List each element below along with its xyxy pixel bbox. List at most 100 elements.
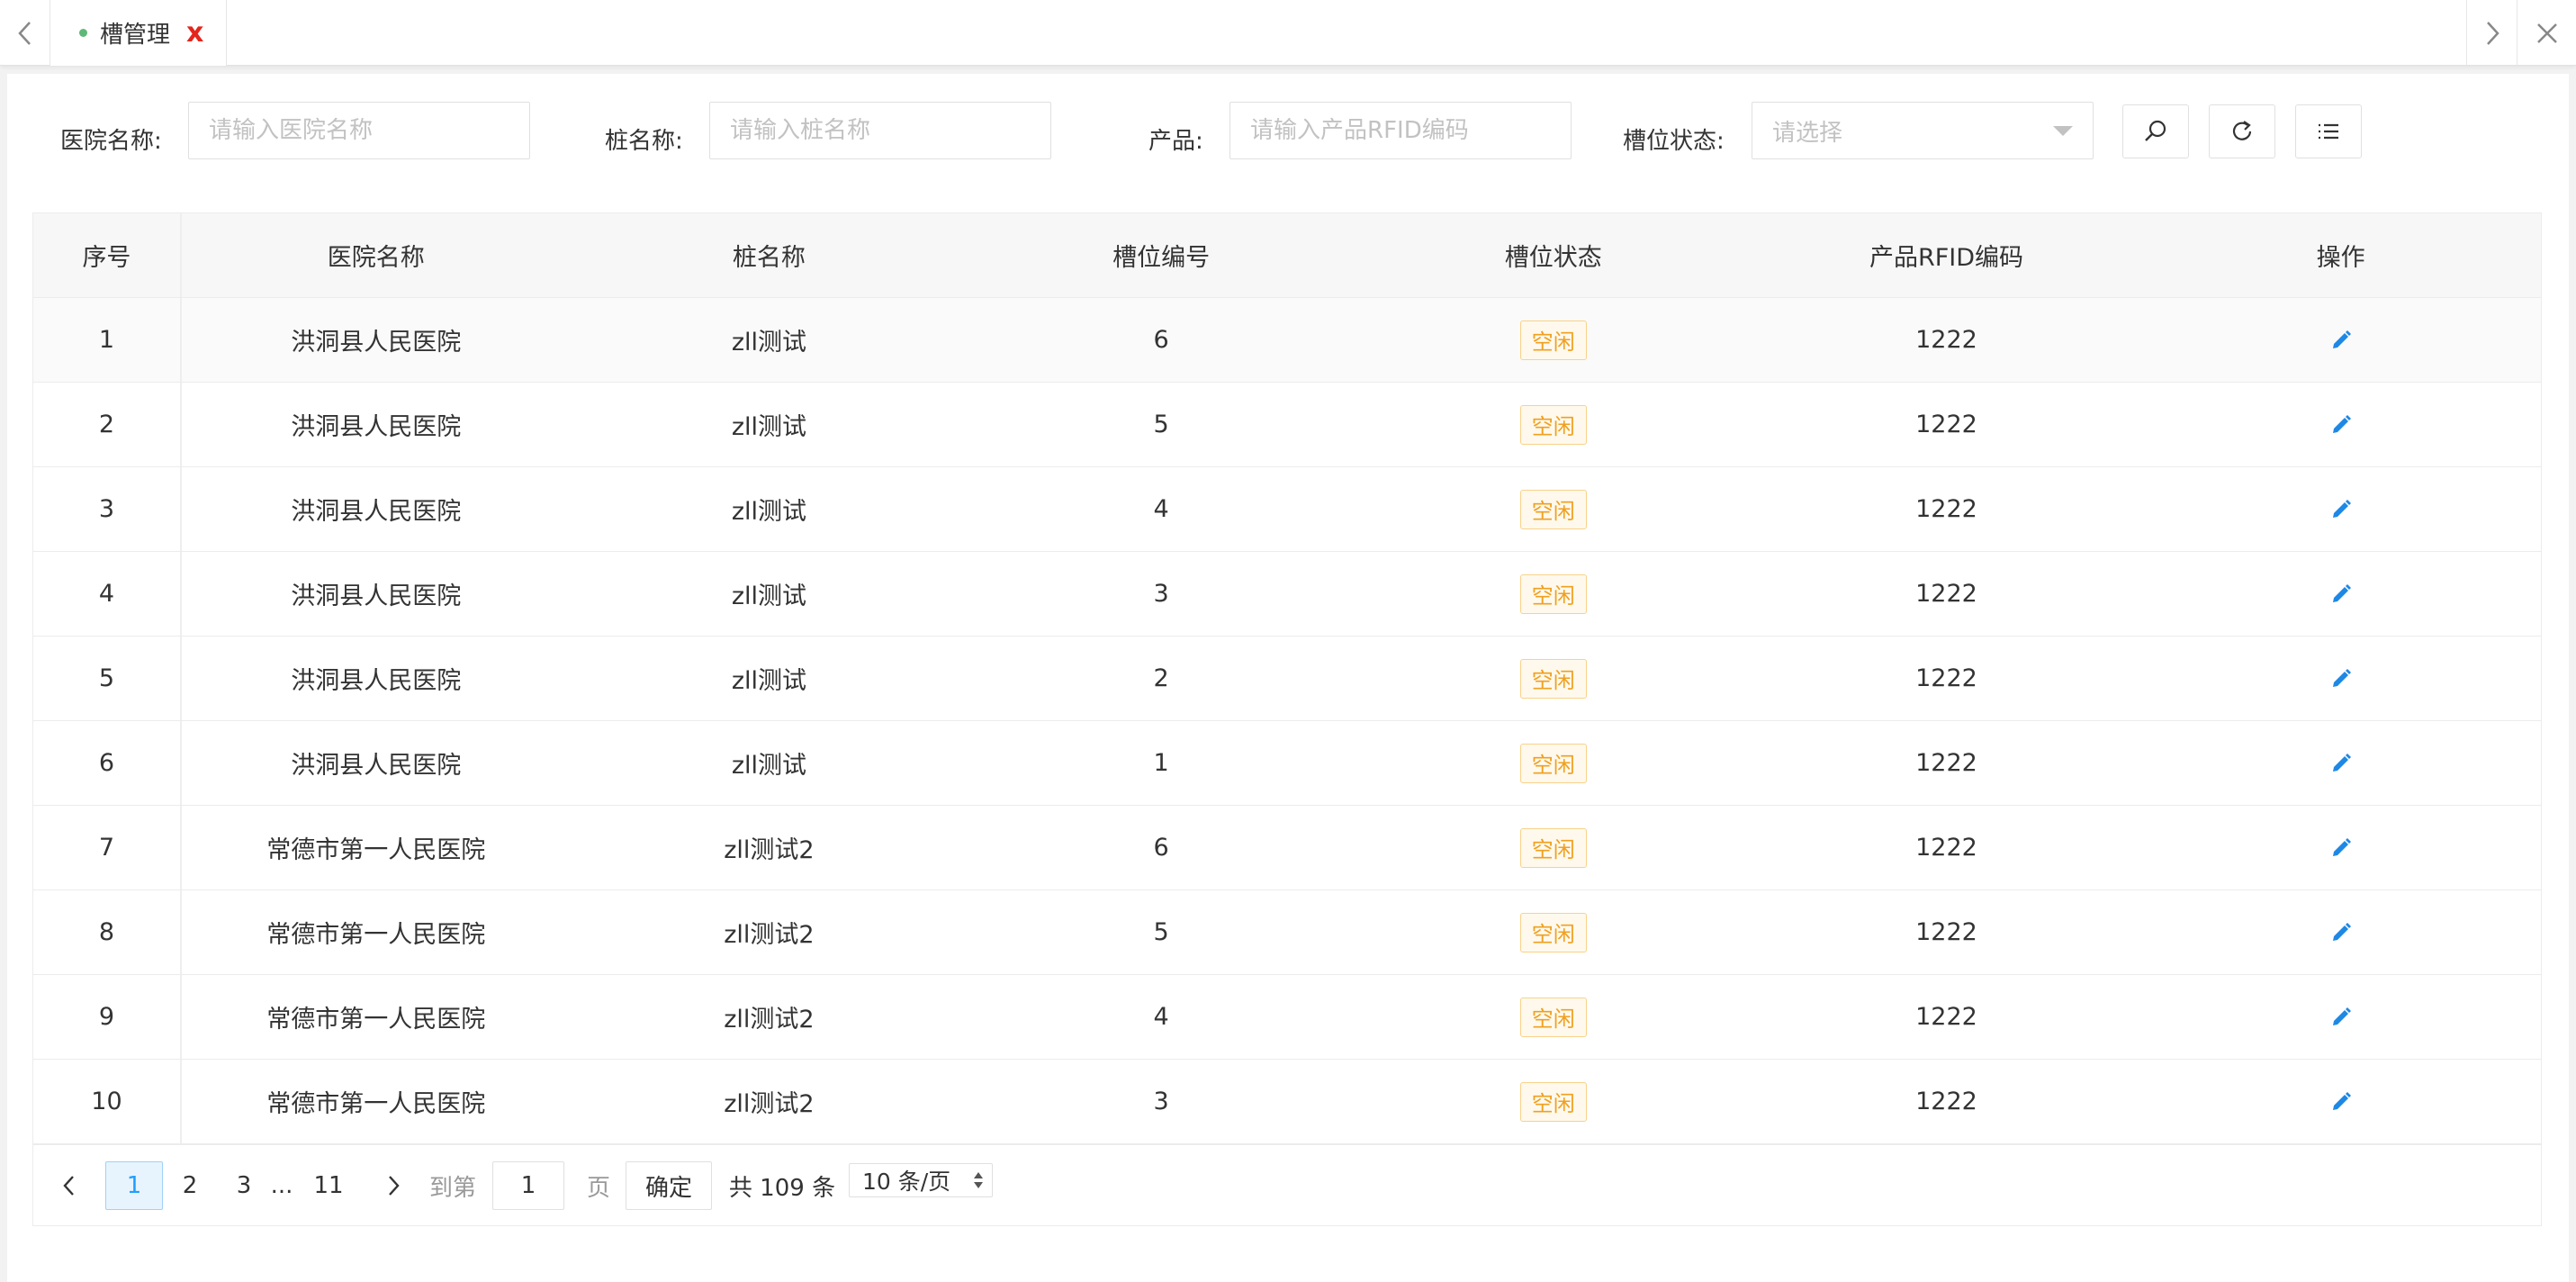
edit-icon[interactable] <box>2328 327 2355 354</box>
row-rfid: 1222 <box>1915 580 1977 608</box>
goto-page-input[interactable]: 1 <box>492 1161 564 1210</box>
row-hospital: 常德市第一人民医院 <box>266 1090 486 1118</box>
row-slot-number: 6 <box>1153 326 1169 354</box>
col-header-index: 序号 <box>33 213 182 297</box>
row-rfid: 1222 <box>1915 749 1977 777</box>
table-row: 10 常德市第一人民医院 zll测试2 3 空闲 1222 <box>33 1060 2541 1144</box>
total-count: 共 109 条 <box>728 1174 836 1202</box>
row-slot-status: 空闲 <box>1355 383 1752 466</box>
row-slot-status: 空闲 <box>1355 890 1752 974</box>
page-size-value: 10 条/页 <box>862 1169 951 1195</box>
edit-icon[interactable] <box>2328 581 2355 608</box>
row-index: 2 <box>33 383 182 466</box>
reset-button[interactable] <box>2209 104 2275 158</box>
slot-table: 序号 医院名称 桩名称 槽位编号 槽位状态 产品RFID编码 操作 1 洪洞县人民… <box>32 212 2542 1226</box>
page-1-button[interactable]: 1 <box>105 1161 163 1210</box>
row-action <box>2140 806 2541 889</box>
page-11-button[interactable]: 11 <box>303 1161 354 1210</box>
row-rfid: 1222 <box>1915 326 1977 354</box>
row-hospital: 常德市第一人民医院 <box>266 1006 486 1034</box>
row-action <box>2140 1060 2541 1143</box>
edit-icon[interactable] <box>2328 919 2355 946</box>
row-pile: zll测试 <box>731 582 807 610</box>
row-slot-number: 6 <box>1153 834 1169 862</box>
page-size-select[interactable]: 10 条/页 <box>849 1163 993 1197</box>
close-all-tabs-button[interactable] <box>2517 0 2576 66</box>
row-slot-number: 1 <box>1153 749 1169 777</box>
edit-icon[interactable] <box>2328 1088 2355 1115</box>
status-badge: 空闲 <box>1519 658 1587 699</box>
active-dot <box>79 29 87 37</box>
row-slot-number: 4 <box>1153 495 1169 523</box>
pile-name-input[interactable] <box>709 102 1051 159</box>
row-rfid: 1222 <box>1915 664 1977 692</box>
table-row: 8 常德市第一人民医院 zll测试2 5 空闲 1222 <box>33 890 2541 975</box>
hospital-name-input[interactable] <box>188 102 530 159</box>
columns-button[interactable] <box>2295 104 2362 158</box>
row-rfid: 1222 <box>1915 834 1977 862</box>
page-2-button[interactable]: 2 <box>170 1161 210 1210</box>
col-header-hospital: 医院名称 <box>327 244 425 272</box>
edit-icon[interactable] <box>2328 665 2355 692</box>
slot-status-select[interactable]: 请选择 <box>1752 102 2094 159</box>
col-header-slot-status: 槽位状态 <box>1504 244 1602 272</box>
refresh-icon <box>2232 121 2252 140</box>
row-slot-status: 空闲 <box>1355 1060 1752 1143</box>
status-badge: 空闲 <box>1519 743 1587 783</box>
tab-slot-management[interactable]: 槽管理 x <box>50 0 227 66</box>
row-slot-status: 空闲 <box>1355 298 1752 382</box>
row-hospital: 常德市第一人民医院 <box>266 836 486 864</box>
goto-confirm-button[interactable]: 确定 <box>626 1161 712 1210</box>
table-row: 4 洪洞县人民医院 zll测试 3 空闲 1222 <box>33 552 2541 636</box>
row-action <box>2140 298 2541 382</box>
status-badge: 空闲 <box>1519 827 1587 868</box>
edit-icon[interactable] <box>2328 835 2355 862</box>
row-slot-status: 空闲 <box>1355 975 1752 1059</box>
row-index: 10 <box>33 1060 182 1143</box>
row-slot-status: 空闲 <box>1355 552 1752 636</box>
row-action <box>2140 552 2541 636</box>
row-pile: zll测试2 <box>724 1090 815 1118</box>
row-index: 1 <box>33 298 182 382</box>
row-pile: zll测试 <box>731 667 807 695</box>
row-action <box>2140 975 2541 1059</box>
table-row: 1 洪洞县人民医院 zll测试 6 空闲 1222 <box>33 298 2541 383</box>
row-index: 7 <box>33 806 182 889</box>
row-action <box>2140 383 2541 466</box>
row-hospital: 洪洞县人民医院 <box>291 498 462 526</box>
next-page-button[interactable] <box>375 1161 411 1210</box>
row-pile: zll测试 <box>731 498 807 526</box>
tab-scroll-right-button[interactable] <box>2466 0 2517 66</box>
page-3-button[interactable]: 3 <box>224 1161 264 1210</box>
chevron-right-icon <box>389 1176 400 1196</box>
edit-icon[interactable] <box>2328 496 2355 523</box>
pile-name-label: 桩名称: <box>605 128 683 155</box>
status-badge: 空闲 <box>1519 489 1587 529</box>
tab-close-icon[interactable]: x <box>186 19 203 47</box>
row-pile: zll测试2 <box>724 921 815 949</box>
row-rfid: 1222 <box>1915 411 1977 438</box>
product-label: 产品: <box>1148 128 1203 155</box>
row-hospital: 洪洞县人民医院 <box>291 329 462 357</box>
row-index: 6 <box>33 721 182 805</box>
row-action <box>2140 721 2541 805</box>
status-badge: 空闲 <box>1519 912 1587 952</box>
edit-icon[interactable] <box>2328 1004 2355 1031</box>
tab-scroll-left-button[interactable] <box>0 0 50 66</box>
row-slot-number: 3 <box>1153 1088 1169 1115</box>
product-rfid-input[interactable] <box>1229 102 1572 159</box>
edit-icon[interactable] <box>2328 411 2355 438</box>
row-action <box>2140 467 2541 551</box>
table-row: 3 洪洞县人民医院 zll测试 4 空闲 1222 <box>33 467 2541 552</box>
main-panel: 医院名称: 桩名称: 产品: 槽位状态: 请选择 序号 医院名称 桩名称 槽位编… <box>7 74 2569 1282</box>
table-row: 7 常德市第一人民医院 zll测试2 6 空闲 1222 <box>33 806 2541 890</box>
prev-page-button[interactable] <box>51 1161 87 1210</box>
row-hospital: 洪洞县人民医院 <box>291 413 462 441</box>
row-slot-number: 2 <box>1153 664 1169 692</box>
edit-icon[interactable] <box>2328 750 2355 777</box>
search-button[interactable] <box>2122 104 2189 158</box>
list-icon <box>2319 123 2338 140</box>
row-hospital: 洪洞县人民医院 <box>291 667 462 695</box>
row-index: 5 <box>33 636 182 720</box>
close-icon <box>2536 23 2557 43</box>
